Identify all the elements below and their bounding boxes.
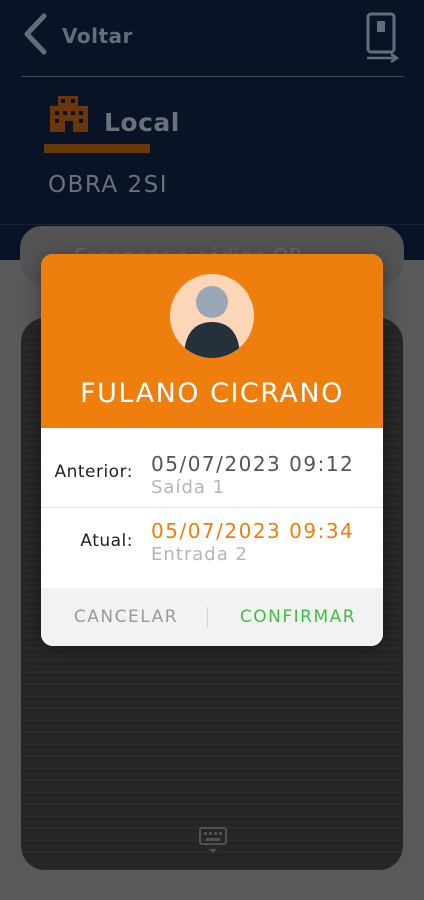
current-label: Atual: xyxy=(80,531,133,551)
user-avatar-icon xyxy=(170,274,254,358)
confirm-record-dialog: FULANO CICRANO Anterior: 05/07/2023 09:1… xyxy=(41,254,383,646)
current-event: Entrada 2 xyxy=(151,544,248,565)
row-divider xyxy=(41,507,383,508)
previous-event: Saída 1 xyxy=(151,477,226,498)
current-datetime: 05/07/2023 09:34 xyxy=(151,519,355,543)
actions-separator xyxy=(207,607,208,627)
dialog-header: FULANO CICRANO xyxy=(41,254,383,428)
user-name: FULANO CICRANO xyxy=(80,378,344,409)
previous-datetime: 05/07/2023 09:12 xyxy=(151,452,355,476)
confirm-button[interactable]: CONFIRMAR xyxy=(213,588,383,646)
dialog-actions: CANCELAR CONFIRMAR xyxy=(41,588,383,646)
cancel-button[interactable]: CANCELAR xyxy=(41,588,211,646)
previous-label: Anterior: xyxy=(54,462,133,482)
